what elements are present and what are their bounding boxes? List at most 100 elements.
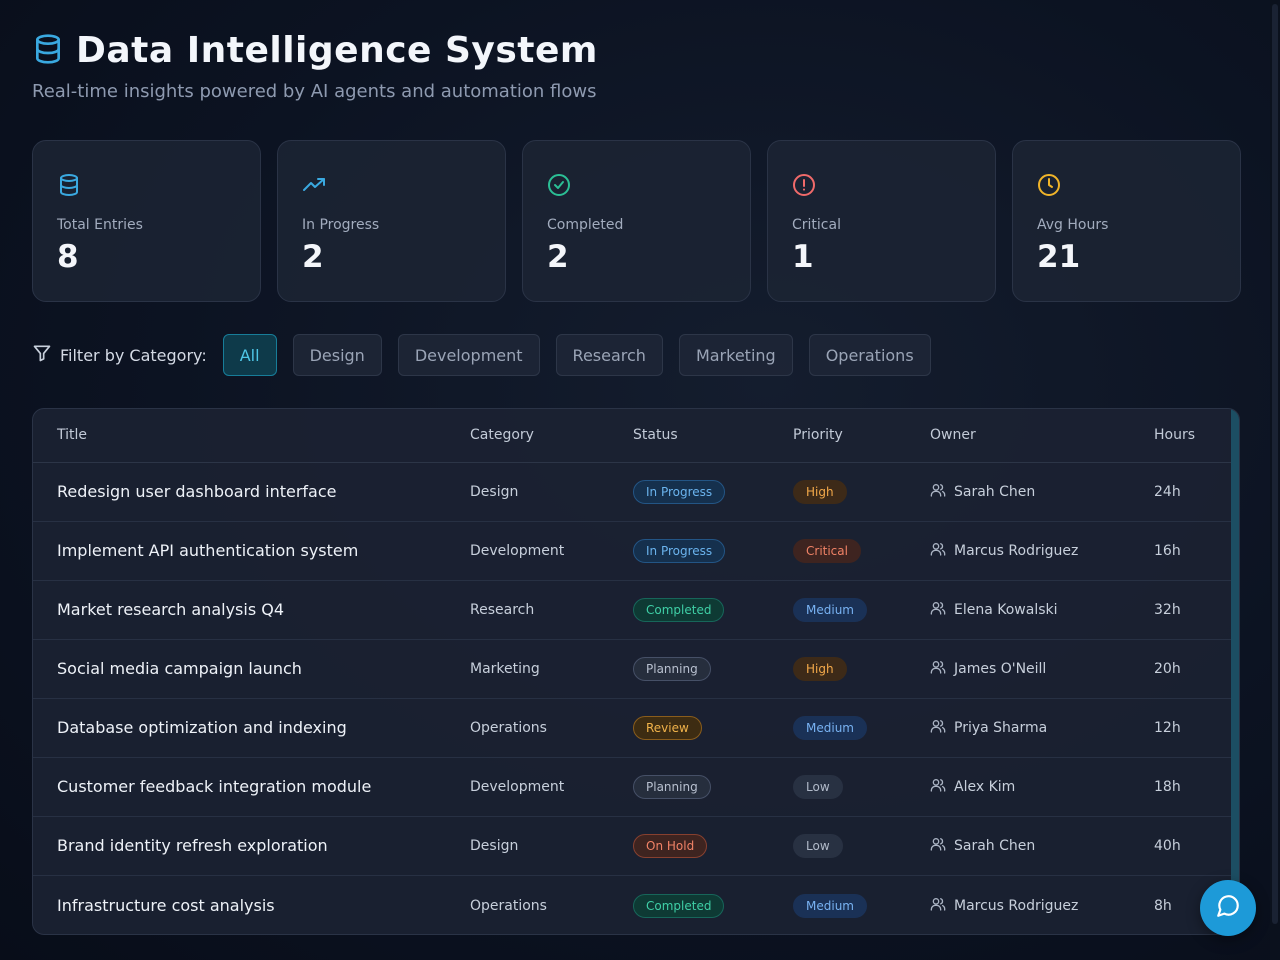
stat-card-critical: Critical 1 (767, 140, 996, 302)
owner-name: Alex Kim (954, 778, 1016, 795)
table-row[interactable]: Redesign user dashboard interface Design I… (33, 462, 1233, 522)
check-circle-icon (547, 173, 726, 197)
row-owner-cell: Marcus Rodriguez (906, 875, 1130, 934)
owner: Sarah Chen (930, 836, 1130, 856)
table-row[interactable]: Infrastructure cost analysis Operations Co… (33, 875, 1233, 934)
priority-badge: Critical (793, 538, 861, 563)
category-filter-bar: Filter by Category: All Design Developme… (32, 334, 947, 376)
row-priority-cell: Medium (769, 875, 906, 934)
stat-label: Total Entries (57, 217, 143, 233)
status-badge: Planning (633, 656, 711, 681)
owner: Marcus Rodriguez (930, 541, 1130, 561)
owner: Alex Kim (930, 777, 1130, 797)
stats-row: Total Entries 8 In Progress 2 Completed … (32, 140, 1241, 302)
row-owner-cell: Sarah Chen (906, 462, 1130, 522)
status-badge: On Hold (633, 833, 708, 858)
clock-icon (1037, 173, 1216, 197)
row-owner-cell: Marcus Rodriguez (906, 521, 1130, 581)
row-status-cell: In Progress (609, 462, 769, 522)
filter-chip-marketing[interactable]: Marketing (678, 334, 793, 376)
status-badge: In Progress (633, 538, 726, 563)
page-subtitle: Real-time insights powered by AI agents … (32, 81, 597, 102)
filter-chip-development[interactable]: Development (397, 334, 540, 376)
database-icon (57, 173, 236, 197)
row-title: Implement API authentication system (33, 521, 446, 581)
filter-chip-all[interactable]: All (222, 334, 277, 376)
filter-chip-design[interactable]: Design (292, 334, 382, 376)
row-status-cell: On Hold (609, 816, 769, 876)
row-status-cell: Planning (609, 639, 769, 699)
priority-badge: High (793, 479, 847, 504)
table-row[interactable]: Implement API authentication system Devel… (33, 521, 1233, 581)
table-row[interactable]: Social media campaign launch Marketing Pla… (33, 639, 1233, 699)
status-badge: Review (633, 715, 702, 740)
row-owner-cell: Alex Kim (906, 757, 1130, 817)
stat-value: 2 (547, 239, 569, 275)
row-category: Development (446, 521, 609, 581)
row-title: Social media campaign launch (33, 639, 446, 699)
owner-name: Sarah Chen (954, 483, 1036, 500)
header: Data Intelligence System Real-time insig… (32, 30, 598, 102)
page-scrollbar-thumb[interactable] (1272, 4, 1278, 924)
row-title: Customer feedback integration module (33, 757, 446, 817)
priority-badge: Medium (793, 715, 867, 740)
row-hours: 20h (1130, 639, 1233, 699)
row-owner-cell: Priya Sharma (906, 698, 1130, 758)
row-priority-cell: Medium (769, 580, 906, 640)
status-badge: Planning (633, 774, 711, 799)
row-hours: 32h (1130, 580, 1233, 640)
table-row[interactable]: Brand identity refresh exploration Design… (33, 816, 1233, 876)
column-header-status[interactable]: Status (609, 409, 769, 463)
row-priority-cell: High (769, 462, 906, 522)
status-badge: Completed (633, 893, 725, 918)
stat-label: Avg Hours (1037, 217, 1109, 233)
stat-value: 1 (792, 239, 814, 275)
users-icon (930, 718, 946, 738)
owner-name: Marcus Rodriguez (954, 897, 1079, 914)
alert-circle-icon (792, 173, 971, 197)
row-hours: 16h (1130, 521, 1233, 581)
owner: Sarah Chen (930, 482, 1130, 502)
table-row[interactable]: Customer feedback integration module Deve… (33, 757, 1233, 817)
row-hours: 24h (1130, 462, 1233, 522)
priority-badge: Low (793, 833, 843, 858)
row-category: Research (446, 580, 609, 640)
priority-badge: High (793, 656, 847, 681)
column-header-priority[interactable]: Priority (769, 409, 906, 463)
column-header-owner[interactable]: Owner (906, 409, 1130, 463)
table-scrollbar[interactable] (1231, 409, 1239, 934)
stat-value: 21 (1037, 239, 1081, 275)
owner: Priya Sharma (930, 718, 1130, 738)
row-status-cell: Planning (609, 757, 769, 817)
filter-chip-operations[interactable]: Operations (808, 334, 931, 376)
entries-table: Title Category Status Priority Owner Hou… (33, 409, 1233, 934)
column-header-category[interactable]: Category (446, 409, 609, 463)
column-header-title[interactable]: Title (33, 409, 446, 463)
entries-table-container: Title Category Status Priority Owner Hou… (32, 408, 1240, 935)
status-badge: In Progress (633, 479, 726, 504)
users-icon (930, 836, 946, 856)
row-category: Design (446, 816, 609, 876)
row-title: Redesign user dashboard interface (33, 462, 446, 522)
filter-chip-research[interactable]: Research (555, 334, 663, 376)
row-owner-cell: Sarah Chen (906, 816, 1130, 876)
priority-badge: Low (793, 774, 843, 799)
owner: Elena Kowalski (930, 600, 1130, 620)
page-title: Data Intelligence System (76, 30, 598, 71)
page-scrollbar[interactable] (1270, 0, 1280, 960)
users-icon (930, 896, 946, 916)
row-title: Market research analysis Q4 (33, 580, 446, 640)
table-row[interactable]: Database optimization and indexing Operat… (33, 698, 1233, 758)
row-owner-cell: Elena Kowalski (906, 580, 1130, 640)
row-category: Development (446, 757, 609, 817)
owner-name: Marcus Rodriguez (954, 542, 1079, 559)
page: Data Intelligence System Real-time insig… (0, 0, 1280, 960)
chat-bubble-icon (1215, 893, 1241, 923)
priority-badge: Medium (793, 597, 867, 622)
users-icon (930, 777, 946, 797)
column-header-hours[interactable]: Hours (1130, 409, 1233, 463)
chat-button[interactable] (1200, 880, 1256, 936)
table-row[interactable]: Market research analysis Q4 Research Compl… (33, 580, 1233, 640)
row-status-cell: In Progress (609, 521, 769, 581)
row-status-cell: Review (609, 698, 769, 758)
